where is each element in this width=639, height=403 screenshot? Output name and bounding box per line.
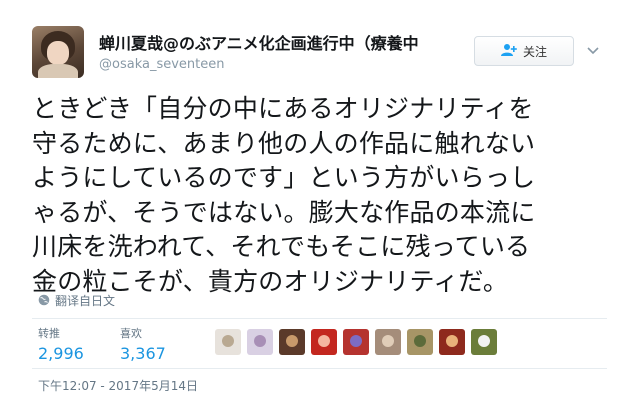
divider [32, 318, 607, 319]
retweets-count: 2,996 [38, 344, 84, 363]
likes-count: 3,367 [120, 344, 166, 363]
liker-avatar[interactable] [407, 329, 433, 355]
liker-avatar[interactable] [279, 329, 305, 355]
follow-button[interactable]: 关注 [474, 36, 574, 66]
retweets-label: 转推 [38, 327, 60, 340]
liker-avatar[interactable] [311, 329, 337, 355]
liker-avatar[interactable] [215, 329, 241, 355]
tweet-text-line: 川床を洗われて、それでもそこに残っている [32, 232, 531, 261]
liker-avatar[interactable] [439, 329, 465, 355]
liker-avatar[interactable] [247, 329, 273, 355]
tweet-text: ときどき「自分の中にあるオリジナリティを 守るために、あまり他の人の作品に触れな… [32, 92, 622, 299]
tweet-text-line: 守るために、あまり他の人の作品に触れない [32, 128, 536, 158]
author-handle[interactable]: @osaka_seventeen [99, 57, 225, 72]
follow-button-label: 关注 [522, 44, 547, 59]
tweet-text-line: 金の粒こそが、貴方のオリジナリティだ。 [32, 266, 509, 296]
tweet-header: 蝉川夏哉@のぶアニメ化企画進行中（療養中 @osaka_seventeen 关注 [32, 26, 607, 80]
chevron-down-icon[interactable] [585, 42, 601, 58]
avatar[interactable] [32, 26, 84, 78]
add-user-icon [500, 42, 517, 61]
retweet-stat[interactable]: 转推 2,996 [38, 325, 84, 363]
tweet-text-line: ようにしているのです」という方がいらっし [32, 163, 536, 192]
globe-icon [38, 291, 50, 310]
tweet-text-line: ゃるが、そうではない。膨大な作品の本流に [32, 197, 536, 227]
timestamp[interactable]: 下午12:07 - 2017年5月14日 [38, 377, 198, 394]
liker-avatars [215, 329, 503, 355]
author-display-name[interactable]: 蝉川夏哉@のぶアニメ化企画進行中（療養中 [99, 30, 419, 54]
liker-avatar[interactable] [375, 329, 401, 355]
divider [32, 368, 607, 369]
liker-avatar[interactable] [471, 329, 497, 355]
liker-avatar[interactable] [343, 329, 369, 355]
translate-label: 翻译自日文 [55, 294, 116, 308]
translate-link[interactable]: 翻译自日文 [38, 291, 115, 310]
likes-label: 喜欢 [120, 327, 142, 340]
like-stat[interactable]: 喜欢 3,367 [120, 325, 166, 363]
tweet-text-line: ときどき「自分の中にあるオリジナリティを [32, 94, 534, 123]
